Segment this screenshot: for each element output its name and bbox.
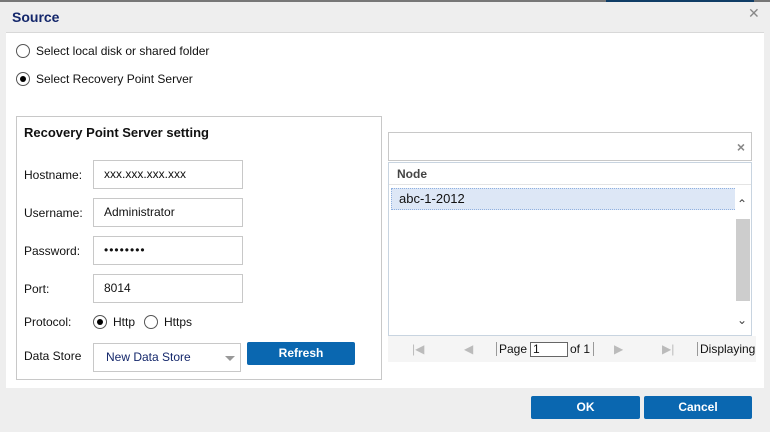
radio-button[interactable] <box>16 44 30 58</box>
clear-icon[interactable]: × <box>737 139 745 155</box>
radio-button[interactable] <box>16 72 30 86</box>
scrollbar[interactable]: ⌃ ⌄ <box>735 187 751 335</box>
node-search-input[interactable]: × <box>388 132 752 161</box>
rps-settings-panel: Recovery Point Server setting Hostname: … <box>16 116 382 380</box>
radio-label: Select Recovery Point Server <box>36 72 193 86</box>
chevron-up-icon[interactable]: ⌃ <box>737 197 747 211</box>
username-label: Username: <box>24 206 83 220</box>
datastore-value: New Data Store <box>106 350 191 364</box>
protocol-label: Protocol: <box>24 315 72 329</box>
top-accent <box>606 0 754 2</box>
pagination-bar: |◀ ◀ Page 1 of 1 ▶ ▶| Displaying <box>388 336 756 362</box>
port-label: Port: <box>24 282 50 296</box>
radio-button[interactable] <box>93 315 107 329</box>
column-header-node[interactable]: Node <box>389 163 751 185</box>
password-label: Password: <box>24 244 81 258</box>
panel-title: Recovery Point Server setting <box>24 125 209 140</box>
username-input[interactable]: Administrator <box>93 198 243 227</box>
divider <box>697 342 698 356</box>
hostname-label: Hostname: <box>24 168 83 182</box>
divider <box>496 342 497 356</box>
radio-button[interactable] <box>144 315 158 329</box>
dialog-title: Source <box>12 9 60 25</box>
page-label: Page <box>499 342 528 356</box>
radio-local-disk[interactable]: Select local disk or shared folder <box>16 44 209 58</box>
radio-http[interactable]: Http <box>93 315 135 329</box>
hostname-input[interactable]: xxx.xxx.xxx.xxx <box>93 160 243 189</box>
chevron-down-icon <box>225 356 235 361</box>
datastore-select[interactable]: New Data Store <box>93 343 241 372</box>
last-page-icon[interactable]: ▶| <box>662 342 674 356</box>
port-input[interactable]: 8014 <box>93 274 243 303</box>
radio-label: Http <box>113 315 136 329</box>
displaying-text: Displaying <box>700 342 756 356</box>
page-input[interactable]: 1 <box>530 342 568 357</box>
radio-label: Select local disk or shared folder <box>36 44 210 58</box>
radio-label: Https <box>164 315 193 329</box>
radio-recovery-point-server[interactable]: Select Recovery Point Server <box>16 72 193 86</box>
close-icon[interactable]: ✕ <box>748 5 760 22</box>
table-row[interactable]: abc-1-2012 <box>391 188 737 210</box>
chevron-down-icon[interactable]: ⌄ <box>737 313 747 327</box>
ok-button[interactable]: OK <box>531 396 640 419</box>
page-count: of 1 <box>570 342 591 356</box>
cancel-button[interactable]: Cancel <box>644 396 752 419</box>
next-page-icon[interactable]: ▶ <box>614 342 623 356</box>
prev-page-icon[interactable]: ◀ <box>464 342 473 356</box>
refresh-button[interactable]: Refresh <box>247 342 355 365</box>
datastore-label: Data Store <box>24 349 82 363</box>
scrollbar-thumb[interactable] <box>736 219 750 301</box>
divider <box>593 342 594 356</box>
first-page-icon[interactable]: |◀ <box>412 342 424 356</box>
password-input[interactable]: •••••••• <box>93 236 243 265</box>
node-grid: Node abc-1-2012 ⌃ ⌄ <box>388 162 752 336</box>
radio-https[interactable]: Https <box>144 315 192 329</box>
